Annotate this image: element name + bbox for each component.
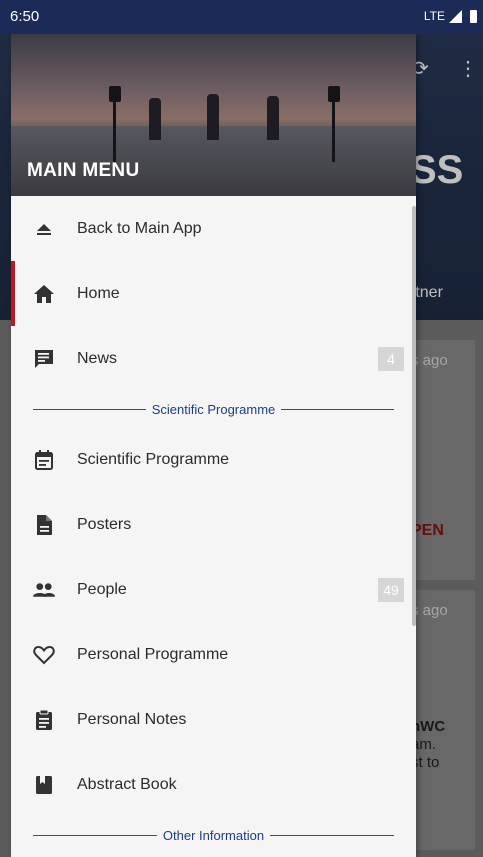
- section-title: Scientific Programme: [145, 401, 282, 417]
- drawer-header-image: MAIN MENU: [11, 34, 416, 196]
- clipboard-icon: [33, 709, 55, 731]
- menu-item-label: People: [77, 580, 127, 598]
- menu-item-scientific-programme[interactable]: Scientific Programme: [11, 427, 416, 492]
- network-label: LTE: [423, 9, 445, 23]
- lamp-head: [328, 86, 340, 102]
- calendar-icon: [33, 449, 55, 471]
- menu-item-label: Abstract Book: [77, 775, 177, 793]
- book-icon: [33, 774, 55, 796]
- drawer-scrollbar[interactable]: [412, 206, 416, 626]
- menu-item-back-to-main-app[interactable]: Back to Main App: [11, 196, 416, 261]
- battery-icon: [470, 9, 477, 23]
- menu-item-label: Scientific Programme: [77, 450, 230, 468]
- statue: [149, 98, 161, 140]
- heart-icon: [33, 644, 55, 666]
- menu-item-label: Posters: [77, 515, 132, 533]
- lamp-post: [113, 102, 116, 162]
- menu-item-news[interactable]: News 4: [11, 326, 416, 391]
- section-divider-other-information: Other Information: [11, 817, 416, 853]
- menu-item-personal-notes[interactable]: Personal Notes: [11, 687, 416, 752]
- section-title: Other Information: [156, 827, 271, 843]
- section-divider-scientific-programme: Scientific Programme: [11, 391, 416, 427]
- menu-item-label: Personal Notes: [77, 710, 187, 728]
- menu-item-label: News: [77, 349, 118, 367]
- status-icons: LTE: [424, 9, 477, 23]
- lamp-head: [109, 86, 121, 102]
- signal-icon: [449, 9, 462, 23]
- status-time: 6:50: [10, 8, 40, 25]
- document-icon: [33, 514, 55, 536]
- menu-item-label: Home: [77, 284, 120, 302]
- menu-item-home[interactable]: Home: [11, 261, 416, 326]
- people-count-badge: 49: [378, 577, 404, 602]
- menu-item-people[interactable]: People 49: [11, 557, 416, 622]
- status-bar: 6:50 LTE: [0, 0, 483, 34]
- lamp-post: [332, 102, 335, 162]
- people-icon: [33, 579, 55, 601]
- statue: [207, 94, 219, 140]
- menu-item-posters[interactable]: Posters: [11, 492, 416, 557]
- statue: [267, 96, 279, 140]
- news-count-badge: 4: [378, 346, 404, 371]
- menu-item-abstract-book[interactable]: Abstract Book: [11, 752, 416, 817]
- menu-item-label: Back to Main App: [77, 219, 202, 237]
- navigation-drawer: MAIN MENU Back to Main App Home News 4 S…: [11, 34, 416, 857]
- chat-icon: [33, 348, 55, 370]
- eject-icon: [33, 218, 55, 240]
- drawer-menu: Back to Main App Home News 4 Scientific …: [11, 196, 416, 853]
- menu-item-label: Personal Programme: [77, 645, 229, 663]
- menu-item-personal-programme[interactable]: Personal Programme: [11, 622, 416, 687]
- home-icon: [33, 283, 55, 305]
- drawer-title: MAIN MENU: [27, 160, 140, 181]
